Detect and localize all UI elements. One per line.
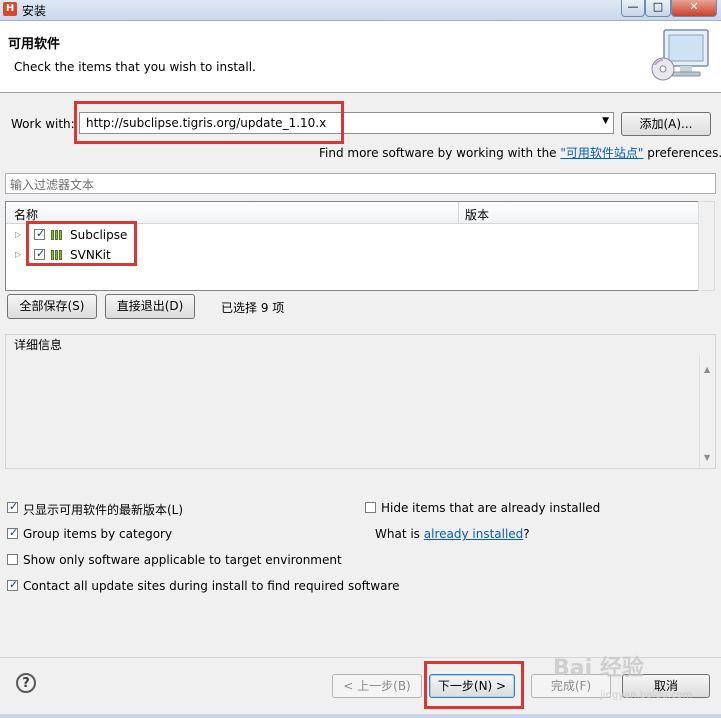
group-by-category-label: Group items by category [23, 527, 173, 541]
details-scrollbar[interactable]: ▲ ▼ [699, 355, 716, 468]
details-label: 详细信息 [12, 336, 65, 353]
window-bottom-border [0, 714, 721, 718]
available-sites-link[interactable]: "可用软件站点" [560, 146, 643, 160]
what-is-suffix: ? [523, 527, 530, 541]
expand-arrow-icon[interactable]: ▷ [15, 250, 21, 259]
page-title: 可用软件 [8, 37, 61, 52]
baidu-watermark-url: jingyan.baidu.com [600, 690, 693, 701]
scroll-up-icon[interactable]: ▲ [704, 365, 710, 374]
expand-arrow-icon[interactable]: ▷ [15, 230, 21, 239]
already-installed-link[interactable]: already installed [424, 527, 524, 541]
hide-installed-label: Hide items that are already installed [381, 501, 601, 515]
highlight-box-items [26, 221, 137, 266]
selected-count: 已选择 9 项 [221, 301, 285, 315]
applicable-only-checkbox[interactable] [7, 554, 18, 565]
contact-sites-checkbox[interactable] [7, 578, 18, 591]
highlight-box-next [424, 661, 524, 709]
window-title: 安装 [22, 4, 47, 18]
deselect-all-button[interactable]: 直接退出(D) [105, 294, 195, 319]
latest-only-label: 只显示可用软件的最新版本(L) [23, 503, 184, 517]
find-more-text: Find more software by working with the "… [319, 144, 721, 161]
help-icon[interactable]: ? [16, 673, 36, 693]
add-site-button[interactable]: 添加(A)... [621, 112, 711, 136]
dropdown-arrow-icon[interactable]: ▼ [602, 116, 609, 126]
group-by-category-checkbox[interactable] [7, 526, 18, 539]
details-text-area[interactable] [6, 355, 699, 468]
install-computer-icon [651, 29, 709, 81]
scroll-down-icon[interactable]: ▼ [704, 453, 710, 462]
contact-sites-label: Contact all update sites during install … [23, 579, 400, 593]
find-more-prefix: Find more software by working with the [319, 146, 561, 160]
column-version[interactable]: 版本 [465, 206, 489, 223]
close-button[interactable]: ✕ [671, 0, 717, 17]
filter-input[interactable]: 输入过滤器文本 [5, 173, 716, 194]
title-bar: H 安装 — □ ✕ [0, 0, 721, 21]
app-icon: H [3, 2, 17, 16]
baidu-watermark: Bai 经验 [553, 656, 644, 681]
what-is-prefix: What is [375, 527, 424, 541]
hide-installed-checkbox[interactable] [365, 502, 376, 513]
highlight-box-work-with [74, 101, 344, 144]
tree-scrollbar[interactable] [698, 201, 715, 291]
select-all-button[interactable]: 全部保存(S) [7, 294, 97, 319]
minimize-button[interactable]: — [621, 0, 645, 17]
latest-only-checkbox[interactable] [7, 500, 18, 513]
maximize-button[interactable]: □ [645, 0, 671, 17]
column-divider[interactable] [458, 202, 459, 223]
find-more-suffix: preferences. [643, 146, 721, 160]
back-button[interactable]: < 上一步(B) [332, 674, 422, 698]
what-is-installed: What is already installed? [375, 527, 530, 541]
wizard-header: 可用软件 Check the items that you wish to in… [0, 21, 721, 93]
applicable-only-label: Show only software applicable to target … [23, 553, 342, 567]
page-subtitle: Check the items that you wish to install… [14, 60, 256, 74]
work-with-label: Work with: [11, 117, 75, 131]
